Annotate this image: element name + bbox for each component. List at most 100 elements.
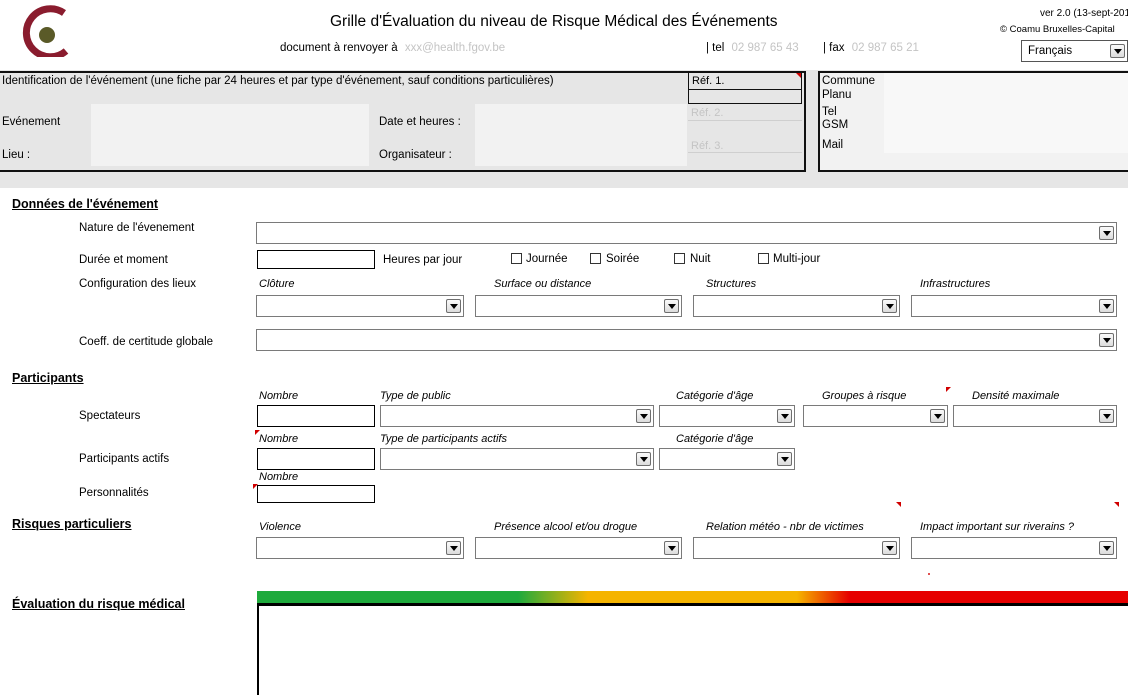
fax-label: | fax xyxy=(823,42,845,54)
config-col-cloture: Clôture xyxy=(259,278,295,290)
ref1-field[interactable]: Réf. 1. xyxy=(688,72,802,104)
checkbox-multijour[interactable] xyxy=(758,253,769,264)
chevron-down-icon xyxy=(1099,409,1114,423)
language-value: Français xyxy=(1028,45,1073,57)
language-select[interactable]: Français xyxy=(1021,40,1128,62)
risk-col-weather: Relation météo - nbr de victimes xyxy=(706,521,864,533)
chevron-down-icon xyxy=(777,409,792,423)
active-age-select[interactable] xyxy=(659,448,795,470)
tel-label: | tel xyxy=(706,42,725,54)
duration-label: Durée et moment xyxy=(79,254,168,266)
density-select[interactable] xyxy=(953,405,1117,427)
surface-select[interactable] xyxy=(475,295,682,317)
checkbox-journee[interactable] xyxy=(511,253,522,264)
contact-label-commune: Commune xyxy=(822,75,876,87)
duration-input[interactable] xyxy=(257,250,375,269)
section-event-data: Données de l'événement xyxy=(12,197,159,211)
structures-select[interactable] xyxy=(693,295,900,317)
chevron-down-icon xyxy=(1099,333,1114,347)
ref2-label: Réf. 2. xyxy=(691,107,724,119)
chevron-down-icon xyxy=(1099,299,1114,313)
chevron-down-icon xyxy=(1099,226,1114,240)
send-to-label: document à renvoyer à xxx@health.fgov.be xyxy=(280,42,505,54)
active-col-type: Type de participants actifs xyxy=(380,433,507,445)
contact-label-planu: Planu xyxy=(822,89,852,101)
hours-label: Heures par jour xyxy=(383,254,463,266)
checkbox-soiree[interactable] xyxy=(590,253,601,264)
risk-col-alcohol: Présence alcool et/ou drogue xyxy=(494,521,638,533)
fax-info: | fax 02 987 65 21 xyxy=(823,42,919,54)
logo xyxy=(14,5,74,61)
send-email: xxx@health.fgov.be xyxy=(404,42,506,54)
chevron-down-icon xyxy=(636,452,651,466)
nature-select[interactable] xyxy=(256,222,1117,244)
nature-label: Nature de l'évenement xyxy=(79,222,195,234)
ref1-label: Réf. 1. xyxy=(692,75,725,87)
active-col-nombre: Nombre xyxy=(259,433,299,445)
spect-age-select[interactable] xyxy=(659,405,795,427)
fax-value: 02 987 65 21 xyxy=(851,42,919,54)
risk-groups-select[interactable] xyxy=(803,405,948,427)
identification-heading: Identification de l'événement (une fiche… xyxy=(2,75,554,87)
contact-label-tel: Tel xyxy=(822,106,837,118)
version-text: ver 2.0 (13-sept-2012 xyxy=(1040,8,1128,19)
chevron-down-icon xyxy=(777,452,792,466)
chevron-down-icon xyxy=(1099,541,1114,555)
spectators-label: Spectateurs xyxy=(79,410,141,422)
spect-col-nombre: Nombre xyxy=(259,390,299,402)
violence-select[interactable] xyxy=(256,537,464,559)
copyright-text: © Coamu Bruxelles-Capital xyxy=(1000,24,1115,35)
active-label: Participants actifs xyxy=(79,453,170,465)
risk-col-violence: Violence xyxy=(259,521,301,533)
spectators-number-input[interactable] xyxy=(257,405,375,427)
vip-label: Personnalités xyxy=(79,487,149,499)
spect-col-type: Type de public xyxy=(380,390,451,402)
chevron-down-icon xyxy=(664,299,679,313)
weather-select[interactable] xyxy=(693,537,900,559)
section-evaluation: Évaluation du risque médical xyxy=(12,597,185,611)
config-col-surface: Surface ou distance xyxy=(494,278,592,290)
send-label: document à renvoyer à xyxy=(280,42,398,54)
config-col-structures: Structures xyxy=(706,278,757,290)
active-col-age: Catégorie d'âge xyxy=(676,433,754,445)
chevron-down-icon xyxy=(1110,44,1125,58)
coeff-label: Coeff. de certitude globale xyxy=(79,336,214,348)
infrastructures-select[interactable] xyxy=(911,295,1117,317)
contact-label-gsm: GSM xyxy=(822,119,849,131)
active-number-input[interactable] xyxy=(257,448,375,470)
config-col-infrastructures: Infrastructures xyxy=(920,278,991,290)
chevron-down-icon xyxy=(882,541,897,555)
spect-col-risk: Groupes à risque xyxy=(822,390,907,402)
impact-select[interactable] xyxy=(911,537,1117,559)
contact-field[interactable] xyxy=(884,73,1128,153)
organizer-label: Organisateur : xyxy=(379,149,452,161)
chevron-down-icon xyxy=(446,541,461,555)
public-type-select[interactable] xyxy=(380,405,654,427)
risk-col-impact: Impact important sur riverains ? xyxy=(920,521,1075,533)
chevron-down-icon xyxy=(446,299,461,313)
vip-number-input[interactable] xyxy=(257,485,375,503)
checkbox-journee-label: Journée xyxy=(526,253,568,265)
checkbox-soiree-label: Soirée xyxy=(606,253,640,265)
config-label: Configuration des lieux xyxy=(79,278,196,290)
vip-col-nombre: Nombre xyxy=(259,471,299,483)
date-label: Date et heures : xyxy=(379,116,461,128)
event-label: Evénement xyxy=(2,116,61,128)
evaluation-field[interactable] xyxy=(257,605,1128,695)
contact-label-mail: Mail xyxy=(822,139,844,151)
place-label: Lieu : xyxy=(2,149,31,161)
date-organizer-field[interactable] xyxy=(475,104,687,166)
tel-info: | tel 02 987 65 43 xyxy=(706,42,799,54)
cloture-select[interactable] xyxy=(256,295,464,317)
checkbox-nuit[interactable] xyxy=(674,253,685,264)
active-type-select[interactable] xyxy=(380,448,654,470)
checkbox-nuit-label: Nuit xyxy=(690,253,711,265)
risk-gradient-bar xyxy=(257,591,1128,605)
alcohol-select[interactable] xyxy=(475,537,682,559)
chevron-down-icon xyxy=(882,299,897,313)
spect-col-density: Densité maximale xyxy=(972,390,1060,402)
coeff-select[interactable] xyxy=(256,329,1117,351)
section-participants: Participants xyxy=(12,371,84,385)
checkbox-multijour-label: Multi-jour xyxy=(773,253,821,265)
event-field[interactable] xyxy=(91,104,369,166)
